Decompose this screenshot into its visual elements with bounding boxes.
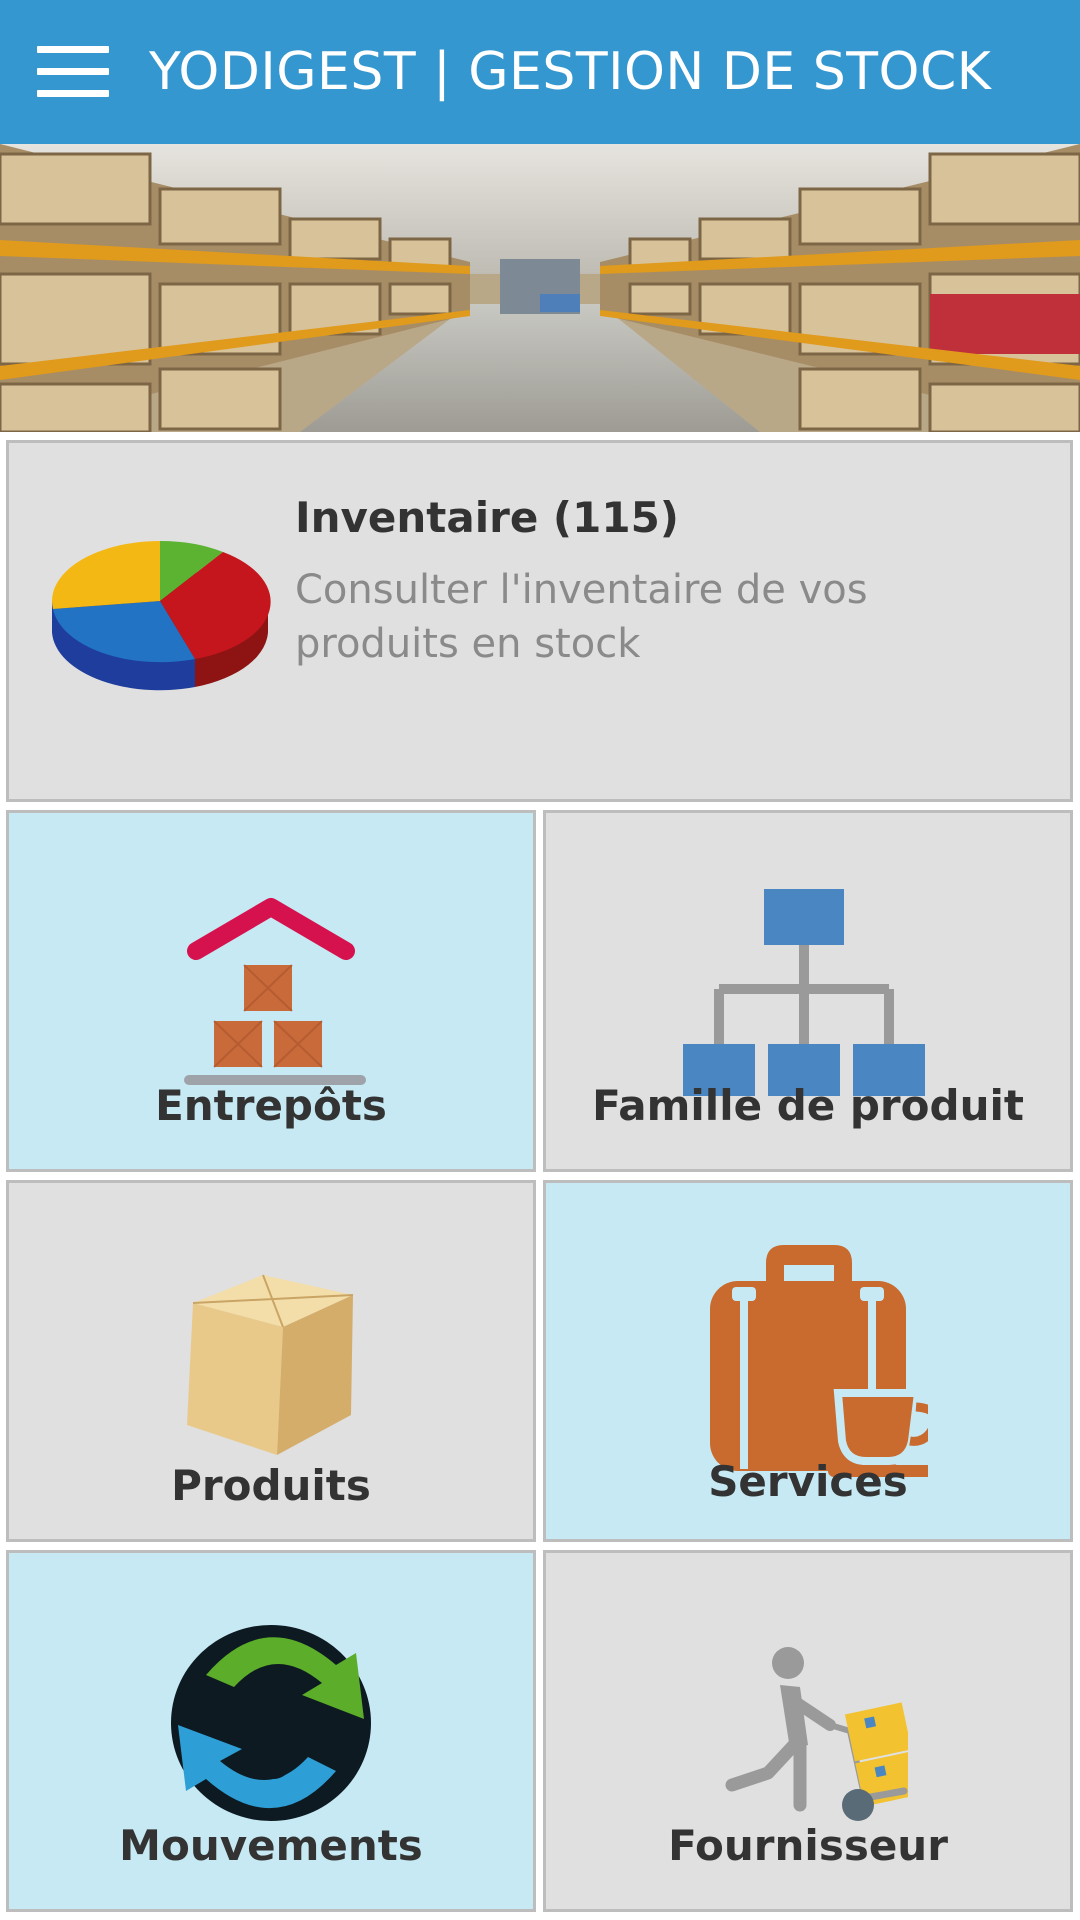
tile-label: Famille de produit [592, 1081, 1024, 1130]
hamburger-menu-icon[interactable] [37, 44, 109, 100]
tile-fournisseur[interactable]: Fournisseur [543, 1550, 1073, 1912]
inventory-title: Inventaire (115) [295, 493, 679, 542]
inventory-description: Consulter l'inventaire de vos produits e… [295, 567, 868, 667]
tile-label: Mouvements [119, 1821, 423, 1870]
tile-label: Services [708, 1457, 908, 1506]
pie-chart-icon [45, 531, 275, 705]
tile-label: Fournisseur [668, 1821, 948, 1870]
app-bar: YODIGEST | GESTION DE STOCK [0, 0, 1080, 144]
tile-label: Entrepôts [155, 1081, 387, 1130]
hierarchy-icon [546, 889, 1070, 1099]
tile-mouvements[interactable]: Mouvements [6, 1550, 536, 1912]
app-title: YODIGEST | GESTION DE STOCK [149, 42, 992, 102]
tile-label: Produits [171, 1461, 371, 1510]
tile-produits[interactable]: Produits [6, 1180, 536, 1542]
tile-famille-de-produit[interactable]: Famille de produit [543, 810, 1073, 1172]
warehouse-icon [9, 893, 533, 1093]
inventory-card[interactable]: Inventaire (115) Consulter l'inventaire … [6, 440, 1073, 802]
warehouse-banner-image [0, 144, 1080, 432]
tile-entrepots[interactable]: Entrepôts [6, 810, 536, 1172]
tile-services[interactable]: Services [543, 1180, 1073, 1542]
box-icon [9, 1265, 533, 1455]
sync-arrows-icon [9, 1615, 533, 1825]
delivery-person-icon [546, 1645, 1070, 1825]
briefcase-coffee-icon [546, 1243, 1070, 1483]
